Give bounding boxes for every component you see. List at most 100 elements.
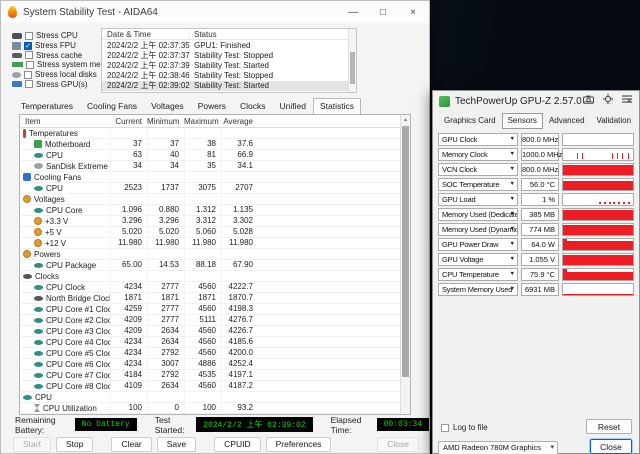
sensor-label-box[interactable]: GPU Clock▼ <box>438 133 518 146</box>
tab-powers[interactable]: Powers <box>191 98 233 115</box>
stats-row[interactable]: +5 V5.0205.0205.0605.028 <box>20 227 410 238</box>
stats-row[interactable]: CPU63408166.9 <box>20 150 410 161</box>
sensor-label-box[interactable]: Memory Used (Dynamic)▼ <box>438 223 518 236</box>
sensor-label-box[interactable]: CPU Temperature▼ <box>438 268 518 281</box>
stats-row[interactable]: North Bridge Clock1871187118711870.7 <box>20 293 410 304</box>
stats-row[interactable]: CPU Utilization100010093.2 <box>20 403 410 414</box>
stats-row[interactable]: CPU Package65.0014.5388.1867.90 <box>20 260 410 271</box>
camera-icon[interactable] <box>583 95 594 104</box>
reset-button[interactable]: Reset <box>586 419 632 434</box>
stats-row[interactable]: CPU Core #2 Clock4209277751114276.7 <box>20 315 410 326</box>
chevron-down-icon[interactable]: ▼ <box>510 194 515 205</box>
stats-row[interactable]: CPU Clock4234277745604222.7 <box>20 282 410 293</box>
column-current[interactable]: Current <box>110 117 147 126</box>
sensor-label-box[interactable]: Memory Used (Dedicated)▼ <box>438 208 518 221</box>
checkbox[interactable] <box>25 80 33 88</box>
stats-row[interactable]: CPU Core #7 Clock4184279245354197.1 <box>20 370 410 381</box>
stop-button[interactable]: Stop <box>56 437 94 452</box>
tab-clocks[interactable]: Clocks <box>233 98 273 115</box>
column-minimum[interactable]: Minimum <box>147 117 184 126</box>
stats-row[interactable]: CPU <box>20 392 410 403</box>
stats-row[interactable]: Powers <box>20 249 410 260</box>
chevron-down-icon[interactable]: ▼ <box>510 269 515 280</box>
log-row[interactable]: 2024/2/2 上午 02:37:39Stability Test: Star… <box>102 60 356 70</box>
chevron-down-icon[interactable]: ▼ <box>510 179 515 190</box>
stats-row[interactable]: +3.3 V3.2963.2963.3123.302 <box>20 216 410 227</box>
chevron-down-icon[interactable]: ▼ <box>510 209 515 220</box>
tab-statistics[interactable]: Statistics <box>313 98 361 115</box>
column-maximum[interactable]: Maximum <box>184 117 221 126</box>
stats-row[interactable]: CPU Core #8 Clock4109263445604187.2 <box>20 381 410 392</box>
statistics-scrollbar-thumb[interactable] <box>402 126 409 377</box>
checkbox[interactable] <box>25 32 33 40</box>
log-scrollbar-thumb[interactable] <box>350 52 355 85</box>
stats-row[interactable]: SanDisk Extreme 1TB ...34343534.1 <box>20 161 410 172</box>
tab-graphics-card[interactable]: Graphics Card <box>438 113 502 129</box>
stats-row[interactable]: +12 V11.98011.98011.98011.980 <box>20 238 410 249</box>
stats-row[interactable]: CPU Core #6 Clock4234300748864252.4 <box>20 359 410 370</box>
settings-gear-icon[interactable] <box>603 94 613 104</box>
stats-row[interactable]: CPU Core #3 Clock4209263445604226.7 <box>20 326 410 337</box>
maximize-icon[interactable]: □ <box>377 7 389 18</box>
stats-row[interactable]: CPU Core #5 Clock4234279245604200.0 <box>20 348 410 359</box>
save-button[interactable]: Save <box>157 437 196 452</box>
graph-fill <box>567 241 634 250</box>
log-column-status[interactable]: Status <box>190 30 356 39</box>
stats-row[interactable]: Temperatures <box>20 128 410 139</box>
column-item[interactable]: Item <box>20 117 110 126</box>
tab-cooling-fans[interactable]: Cooling Fans <box>80 98 144 115</box>
stats-row[interactable]: CPU Core #4 Clock4234263445604185.6 <box>20 337 410 348</box>
tab-temperatures[interactable]: Temperatures <box>14 98 80 115</box>
statistics-scrollbar[interactable]: ▲ <box>400 115 410 414</box>
checkbox[interactable] <box>25 51 33 59</box>
checkbox[interactable]: ✓ <box>24 42 32 50</box>
tab-voltages[interactable]: Voltages <box>144 98 191 115</box>
log-scrollbar[interactable] <box>348 29 356 92</box>
gpu-selector-dropdown[interactable]: AMD Radeon 780M Graphics ▾ <box>438 441 558 454</box>
aida64-titlebar[interactable]: System Stability Test - AIDA64 — □ × <box>1 1 429 23</box>
stats-row[interactable]: CPU Core #1 Clock4259277745604198.3 <box>20 304 410 315</box>
stats-row[interactable]: Clocks <box>20 271 410 282</box>
stats-row[interactable]: Voltages <box>20 194 410 205</box>
scroll-up-icon[interactable]: ▲ <box>401 115 410 125</box>
chevron-down-icon[interactable]: ▼ <box>510 239 515 250</box>
log-row[interactable]: 2024/2/2 上午 02:39:02Stability Test: Star… <box>102 81 356 91</box>
log-column-datetime[interactable]: Date & Time <box>102 30 190 39</box>
disk-icon <box>12 72 21 78</box>
gpuz-close-button[interactable]: Close <box>590 439 632 454</box>
stats-row[interactable]: CPU Core1.0960.8801.3121.135 <box>20 205 410 216</box>
log-row[interactable]: 2024/2/2 上午 02:37:35GPU1: Finished <box>102 40 356 50</box>
checkbox[interactable] <box>24 71 32 79</box>
sensor-label-box[interactable]: System Memory Used▼ <box>438 283 518 296</box>
chevron-down-icon[interactable]: ▼ <box>510 134 515 145</box>
sensor-label-box[interactable]: SOC Temperature▼ <box>438 178 518 191</box>
chevron-down-icon[interactable]: ▼ <box>510 284 515 295</box>
log-row[interactable]: 2024/2/2 上午 02:38:46Stability Test: Stop… <box>102 71 356 81</box>
tab-unified[interactable]: Unified <box>273 98 313 115</box>
chevron-down-icon[interactable]: ▼ <box>510 149 515 160</box>
preferences-button[interactable]: Preferences <box>266 437 332 452</box>
close-icon[interactable]: × <box>407 7 419 18</box>
sensor-label-box[interactable]: GPU Voltage▼ <box>438 253 518 266</box>
tab-validation[interactable]: Validation <box>591 113 638 129</box>
stats-row[interactable]: Cooling Fans <box>20 172 410 183</box>
stats-row[interactable]: Motherboard37373837.6 <box>20 139 410 150</box>
log-to-file-checkbox[interactable] <box>441 424 449 432</box>
clear-button[interactable]: Clear <box>111 437 151 452</box>
checkbox[interactable] <box>26 61 34 69</box>
menu-icon[interactable] <box>622 95 632 103</box>
chevron-down-icon[interactable]: ▼ <box>510 254 515 265</box>
tab-advanced[interactable]: Advanced <box>543 113 591 129</box>
column-average[interactable]: Average <box>221 117 258 126</box>
chevron-down-icon[interactable]: ▼ <box>510 164 515 175</box>
minimize-icon[interactable]: — <box>347 7 359 18</box>
stats-row[interactable]: CPU2523173730752707 <box>20 183 410 194</box>
chevron-down-icon[interactable]: ▼ <box>510 224 515 235</box>
cpuid-button[interactable]: CPUID <box>214 437 260 452</box>
tab-sensors[interactable]: Sensors <box>502 113 543 129</box>
sensor-label-box[interactable]: VCN Clock▼ <box>438 163 518 176</box>
sensor-label-box[interactable]: GPU Power Draw▼ <box>438 238 518 251</box>
sensor-label-box[interactable]: Memory Clock▼ <box>438 148 518 161</box>
sensor-label-box[interactable]: GPU Load▼ <box>438 193 518 206</box>
log-row[interactable]: 2024/2/2 上午 02:37:37Stability Test: Stop… <box>102 50 356 60</box>
